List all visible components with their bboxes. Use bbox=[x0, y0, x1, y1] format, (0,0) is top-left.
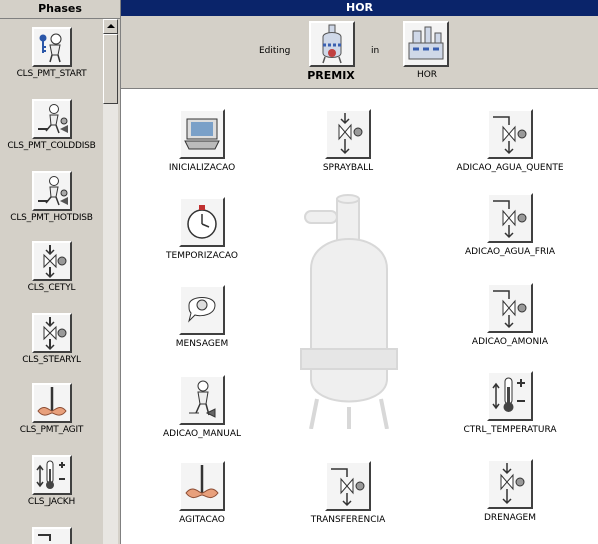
phase-item[interactable]: CLS_CETYL bbox=[0, 241, 103, 293]
scroll-up-button[interactable] bbox=[103, 19, 118, 34]
step-block[interactable]: TRANSFERENCIA bbox=[303, 461, 393, 525]
valve-icon bbox=[325, 109, 371, 159]
step-label: ADICAO_MANUAL bbox=[162, 429, 242, 439]
valve-icon bbox=[31, 241, 72, 281]
step-block[interactable]: SPRAYBALL bbox=[303, 109, 393, 173]
step-block[interactable]: AGITACAO bbox=[157, 461, 247, 525]
phases-panel: Phases CLS_PMT_START CLS_PMT_COLDDISB CL… bbox=[0, 0, 121, 544]
valve-icon bbox=[31, 313, 72, 353]
phase-label: CLS_PMT_START bbox=[16, 69, 87, 79]
pipe-valve-icon bbox=[31, 527, 72, 544]
phase-item[interactable]: CLS_JACKH bbox=[0, 455, 103, 507]
editor-panel: HOR Editing PREMIX in HOR INICIALIZACAO … bbox=[121, 0, 598, 544]
phases-title: Phases bbox=[0, 0, 120, 19]
step-block[interactable]: INICIALIZACAO bbox=[157, 109, 247, 173]
stopwatch-icon bbox=[179, 197, 225, 247]
agitator-icon bbox=[31, 383, 72, 423]
scroll-thumb[interactable] bbox=[103, 34, 118, 104]
step-block[interactable]: MENSAGEM bbox=[157, 285, 247, 349]
person-with-valve-icon bbox=[31, 99, 72, 139]
area-name: HOR bbox=[416, 70, 438, 80]
phase-label: CLS_JACKH bbox=[27, 497, 76, 507]
step-label: DRENAGEM bbox=[483, 513, 537, 523]
phases-scrollbar[interactable] bbox=[103, 19, 118, 544]
step-label: ADICAO_AGUA_FRIA bbox=[464, 247, 556, 257]
computer-icon bbox=[179, 109, 225, 159]
step-block[interactable]: ADICAO_AMONIA bbox=[455, 283, 565, 347]
step-label: ADICAO_AGUA_QUENTE bbox=[456, 163, 564, 173]
phase-item[interactable]: CLS_PMT_HOTDISB bbox=[0, 171, 103, 223]
factory-icon bbox=[403, 21, 449, 67]
pipe-valve-icon bbox=[487, 193, 533, 243]
step-block[interactable]: CTRL_TEMPERATURA bbox=[455, 371, 565, 435]
step-label: SPRAYBALL bbox=[322, 163, 374, 173]
pipe-valve-icon bbox=[487, 283, 533, 333]
phases-list: CLS_PMT_START CLS_PMT_COLDDISB CLS_PMT_H… bbox=[0, 19, 103, 544]
step-label: CTRL_TEMPERATURA bbox=[463, 425, 557, 435]
phase-item[interactable]: CLS_PMT_START bbox=[0, 27, 103, 79]
editing-label: Editing bbox=[259, 46, 291, 56]
pipe-valve-icon bbox=[487, 109, 533, 159]
pipe-valve-icon bbox=[325, 461, 371, 511]
phase-label: CLS_STEARYL bbox=[22, 355, 81, 365]
step-label: MENSAGEM bbox=[175, 339, 229, 349]
person-with-key-icon bbox=[31, 27, 72, 67]
phase-item[interactable]: CLS_PMT_AGIT bbox=[0, 383, 103, 435]
in-label: in bbox=[371, 46, 380, 56]
phase-label: CLS_PMT_AGIT bbox=[19, 425, 84, 435]
step-block[interactable]: DRENAGEM bbox=[455, 459, 565, 523]
tank-watermark bbox=[300, 194, 398, 429]
phase-item[interactable] bbox=[0, 527, 103, 544]
phase-label: CLS_CETYL bbox=[27, 283, 76, 293]
recipe-canvas[interactable]: INICIALIZACAO SPRAYBALL ADICAO_AGUA_QUEN… bbox=[121, 89, 598, 544]
agitator-icon bbox=[179, 461, 225, 511]
step-label: AGITACAO bbox=[179, 515, 225, 525]
step-block[interactable]: ADICAO_AGUA_FRIA bbox=[455, 193, 565, 257]
step-block[interactable]: ADICAO_MANUAL bbox=[157, 375, 247, 439]
unit-button[interactable] bbox=[309, 21, 355, 67]
unit-name: PREMIX bbox=[307, 69, 355, 82]
message-person-icon bbox=[179, 285, 225, 335]
thermometer-icon bbox=[487, 371, 533, 421]
phase-label: CLS_PMT_HOTDISB bbox=[10, 213, 93, 223]
person-with-valve-icon bbox=[31, 171, 72, 211]
thermometer-icon bbox=[31, 455, 72, 495]
valve-icon bbox=[487, 459, 533, 509]
step-label: TRANSFERENCIA bbox=[310, 515, 386, 525]
editor-title: HOR bbox=[121, 0, 598, 16]
step-label: ADICAO_AMONIA bbox=[471, 337, 549, 347]
area-button[interactable] bbox=[403, 21, 449, 67]
tank-icon bbox=[309, 21, 355, 67]
phase-item[interactable]: CLS_STEARYL bbox=[0, 313, 103, 365]
phase-label: CLS_PMT_COLDDISB bbox=[7, 141, 96, 151]
person-with-valve-icon bbox=[179, 375, 225, 425]
step-label: INICIALIZACAO bbox=[168, 163, 236, 173]
editing-bar: Editing PREMIX in HOR bbox=[121, 16, 598, 89]
step-block[interactable]: ADICAO_AGUA_QUENTE bbox=[455, 109, 565, 173]
step-block[interactable]: TEMPORIZACAO bbox=[157, 197, 247, 261]
phase-item[interactable]: CLS_PMT_COLDDISB bbox=[0, 99, 103, 151]
step-label: TEMPORIZACAO bbox=[166, 251, 238, 261]
